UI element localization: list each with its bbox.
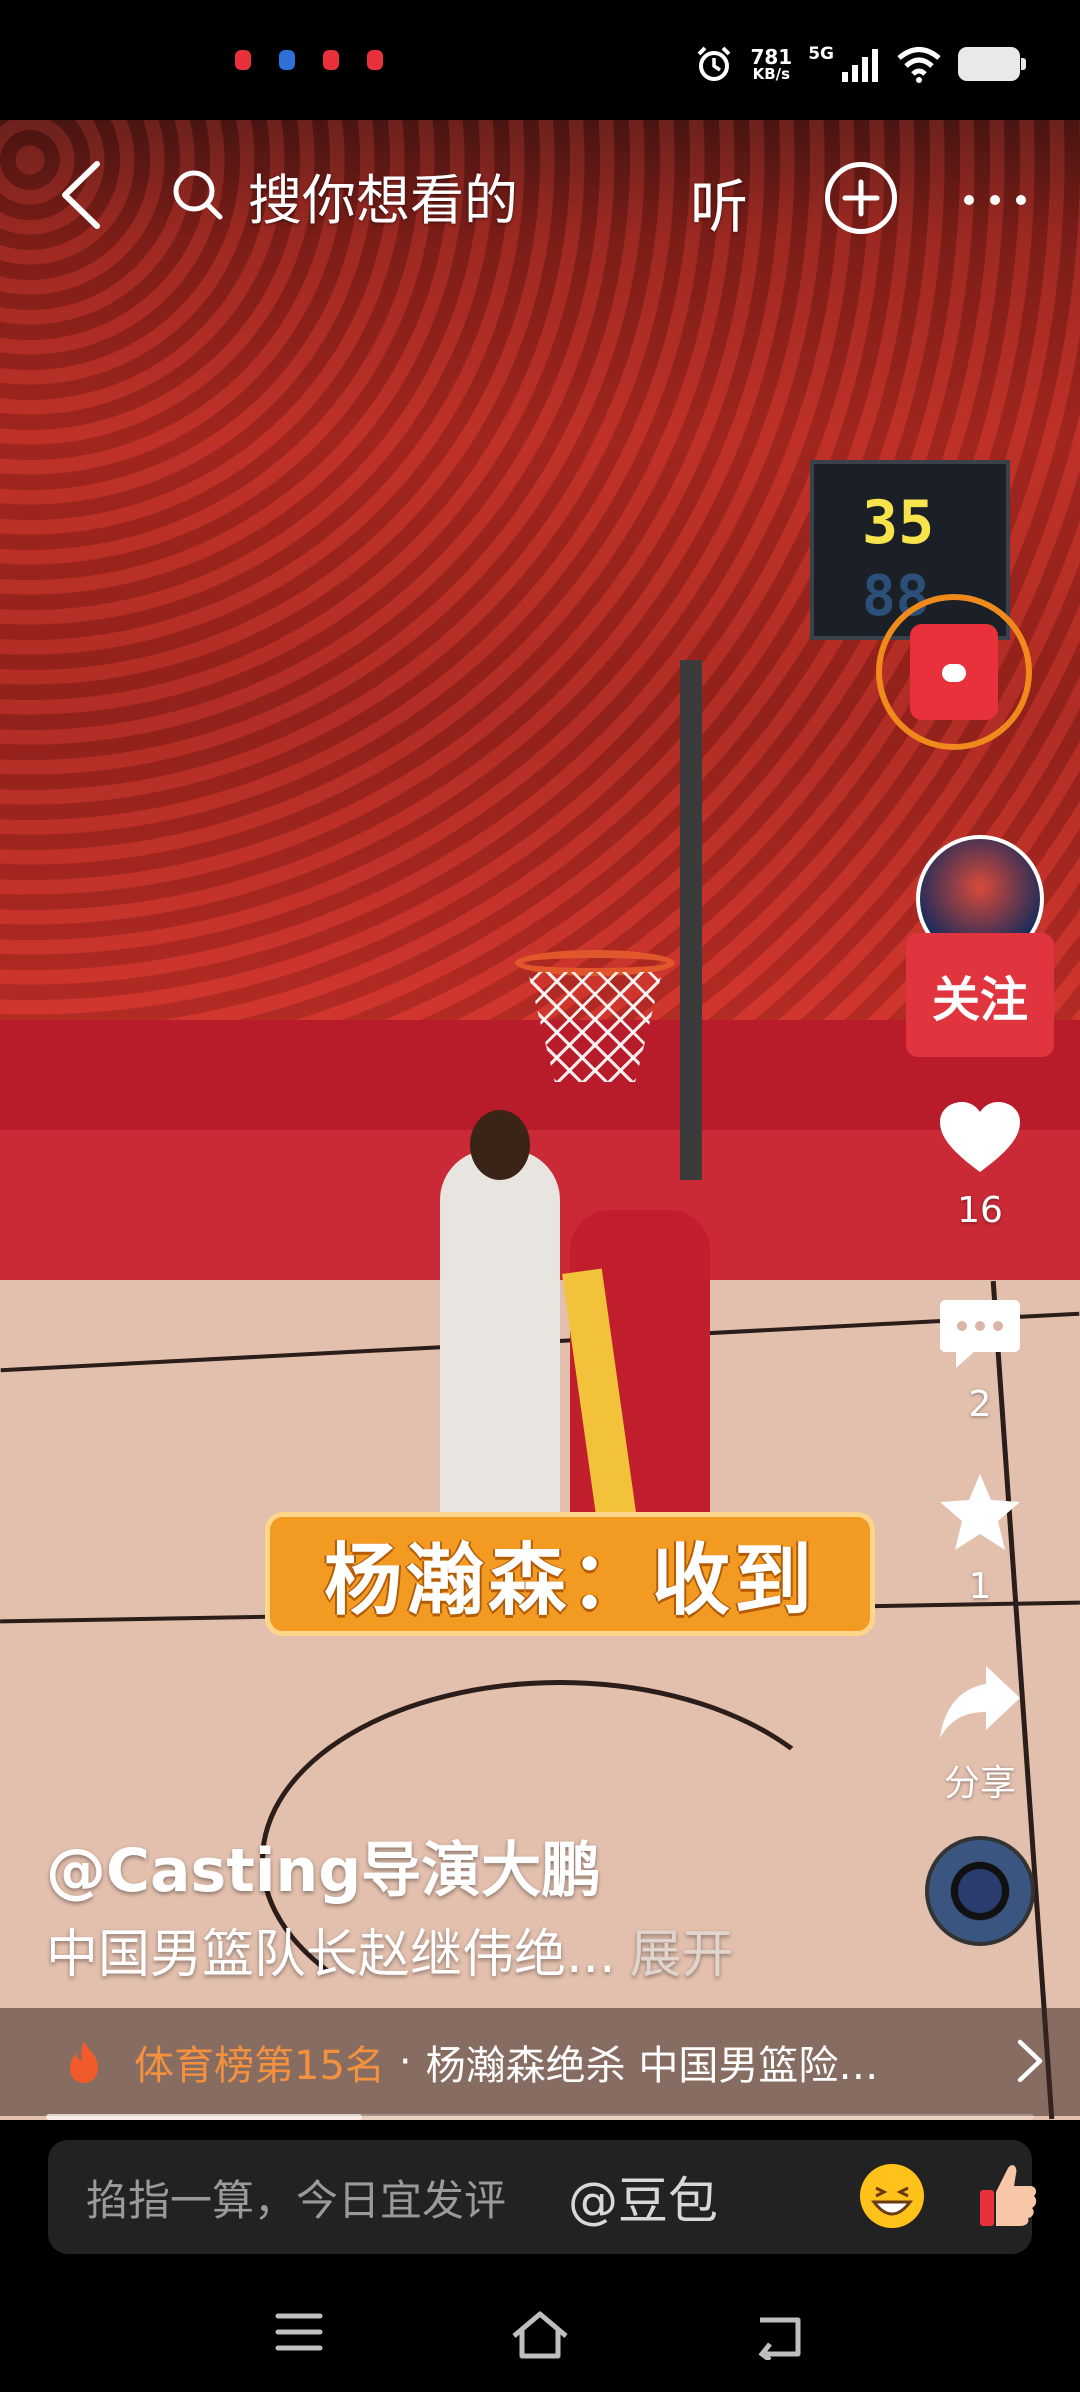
red-packet-icon	[910, 624, 998, 720]
comment-icon	[940, 1300, 1020, 1368]
home-icon[interactable]	[510, 2310, 570, 2360]
search-placeholder: 搜你想看的	[248, 168, 518, 232]
laugh-emoji-icon[interactable]	[860, 2164, 924, 2228]
alarm-icon	[698, 46, 731, 81]
notification-dot-icon	[323, 50, 339, 70]
video-caption-text: 杨瀚森：收到	[323, 1536, 816, 1626]
red-packet-button[interactable]	[876, 594, 1032, 750]
heart-icon	[940, 1102, 1020, 1172]
comment-input[interactable]: 掐指一算，今日宜发评 @豆包	[48, 2140, 1037, 2254]
search-box[interactable]: 搜你想看的	[170, 150, 590, 240]
network-speed: 781 KB/s	[750, 47, 792, 82]
hot-separator: ·	[398, 2039, 412, 2085]
battery-icon	[958, 47, 1026, 81]
hot-title: 杨瀚森绝杀 中国男篮险…	[425, 2043, 879, 2089]
star-icon	[940, 1474, 1020, 1550]
status-bar: 781 KB/s 5G	[0, 0, 1080, 120]
hot-ranking-bar[interactable]: 体育榜第15名 · 杨瀚森绝杀 中国男篮险…	[0, 2008, 1080, 2116]
share-arrow-icon	[940, 1666, 1020, 1738]
shot-clock-value: 35	[862, 488, 935, 558]
notification-dot-icon	[235, 50, 251, 70]
like-count: 16	[957, 1190, 1003, 1231]
like-button[interactable]: 16	[920, 1100, 1040, 1231]
description-text: 中国男篮队长赵继伟绝...	[46, 1925, 616, 1985]
fire-icon	[70, 2041, 98, 2083]
follow-button[interactable]: 关注	[906, 933, 1054, 1057]
signal-type: 5G	[808, 44, 834, 64]
more-button[interactable]	[955, 175, 1035, 225]
player-white-head	[470, 1110, 530, 1180]
back-nav-icon[interactable]	[756, 2310, 806, 2360]
video-caption: 杨瀚森：收到	[265, 1512, 875, 1636]
comment-count: 2	[968, 1384, 992, 1425]
plus-icon	[842, 179, 880, 217]
notification-dot-icon	[367, 50, 383, 70]
status-indicators: 781 KB/s 5G	[694, 34, 1026, 94]
video-player[interactable]: 35 88	[0, 120, 1080, 2120]
expand-button[interactable]: 展开	[630, 1925, 734, 1985]
system-nav-bar	[0, 2280, 1080, 2392]
music-disc-icon[interactable]	[925, 1836, 1035, 1946]
mention-doubao-button[interactable]: @豆包	[568, 2161, 718, 2233]
menu-icon[interactable]	[274, 2310, 324, 2354]
post-description[interactable]: 中国男篮队长赵继伟绝... 展开	[46, 1912, 734, 1987]
hoop-pole	[680, 660, 702, 1180]
chevron-left-icon	[62, 161, 100, 229]
thumbs-up-icon[interactable]	[978, 2160, 1038, 2230]
hot-rank: 体育榜第15名	[134, 2043, 385, 2089]
listen-button[interactable]: 听	[690, 160, 748, 244]
player-white	[440, 1150, 560, 1550]
notification-dot-icon	[279, 50, 295, 70]
search-icon	[173, 170, 223, 220]
network-speed-value: 781	[750, 44, 793, 69]
share-label: 分享	[943, 1763, 1016, 1804]
favorite-button[interactable]: 1	[920, 1472, 1040, 1607]
comment-placeholder: 掐指一算，今日宜发评	[86, 2175, 507, 2225]
back-button[interactable]	[46, 150, 116, 240]
wifi-icon	[897, 47, 941, 83]
network-speed-unit: KB/s	[752, 64, 791, 83]
more-dots-icon	[964, 195, 1026, 205]
add-button[interactable]	[825, 162, 897, 234]
author-name[interactable]: @Casting导演大鹏	[46, 1822, 601, 1909]
top-bar: 搜你想看的 听	[0, 120, 1080, 270]
share-button[interactable]: 分享	[920, 1664, 1040, 1806]
favorite-count: 1	[968, 1566, 992, 1607]
notification-icons	[235, 50, 383, 70]
comment-button[interactable]: 2	[920, 1298, 1040, 1425]
cellular-signal-icon	[842, 49, 878, 82]
chevron-right-icon	[1017, 2039, 1043, 2083]
